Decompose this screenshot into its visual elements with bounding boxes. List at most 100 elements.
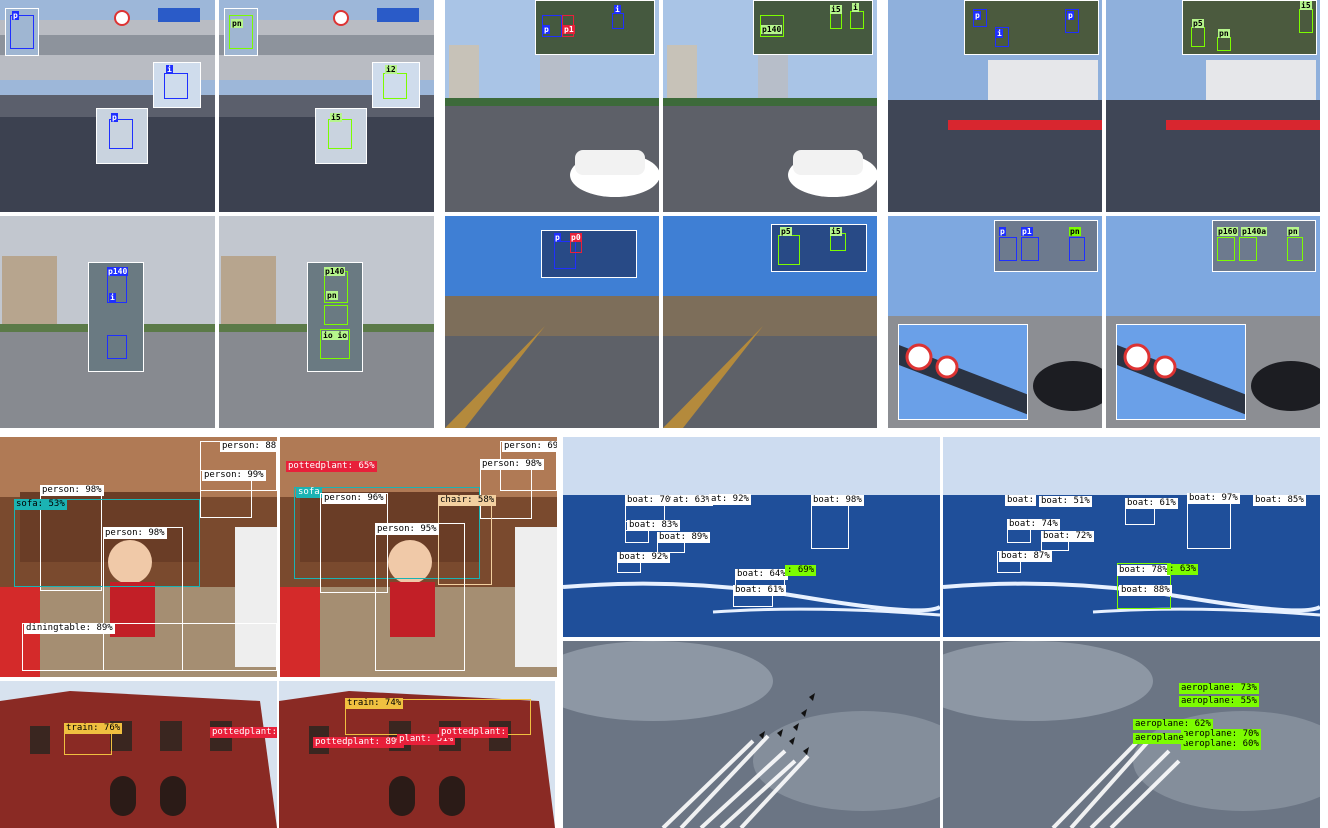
- scene-signpost-left: p p1 pn: [888, 216, 1102, 428]
- detection-label: person: 98%: [103, 528, 167, 539]
- scene-boulevard-right: p5 i5: [663, 216, 877, 428]
- aeroplanes-right: aeroplane: 73% aeroplane: 55% aeroplane:…: [943, 641, 1320, 828]
- scene-plaza-right: p5 pn i5: [1106, 0, 1320, 212]
- sign-tag: p160: [1217, 227, 1239, 236]
- detection-label: person: 99%: [202, 470, 266, 481]
- sign-tag: pn: [231, 19, 243, 28]
- detection-label: boat: 98%: [811, 495, 864, 506]
- boats-right: boat: boat: 51% boat: 61% boat: 97% boat…: [943, 437, 1320, 637]
- detection-label: at: 92%: [709, 494, 751, 505]
- detection-label: boat: 61%: [1125, 498, 1178, 509]
- detection-box: [375, 523, 465, 671]
- detection-box: [107, 335, 127, 359]
- sign-tag: p: [1067, 11, 1074, 20]
- detection-box: [324, 305, 348, 325]
- scene-signpost-right: p160 p140a pn: [1106, 216, 1320, 428]
- sign-tag: p140a: [1241, 227, 1268, 236]
- detection-label: boat: 61%: [733, 585, 786, 596]
- sign-tag: pn: [326, 291, 338, 300]
- sign-inset: p i p: [964, 0, 1099, 55]
- living-room-left: person: 88 person: 99% person: 98% sofa:…: [0, 437, 277, 677]
- detection-box: [1217, 237, 1235, 261]
- detection-label: boat: 88%: [1119, 585, 1172, 596]
- pub-left: train: 76% pottedplant:: [0, 681, 277, 828]
- pub-building-image: [0, 681, 277, 828]
- detection-box: [1021, 237, 1039, 261]
- sign-inset: p140 pn io io: [307, 262, 363, 372]
- sign-tag: p: [111, 113, 118, 122]
- sign-inset: p p1 pn: [994, 220, 1098, 272]
- sign-tag: i: [614, 5, 621, 14]
- detection-label: train: 76%: [64, 723, 123, 734]
- detection-box: [850, 11, 864, 29]
- detection-label: boat: 97%: [1187, 493, 1240, 504]
- detection-box: [1287, 237, 1303, 261]
- detection-box: [1069, 237, 1085, 261]
- detection-box: [612, 13, 624, 29]
- scene-street-car-right: p140 i5 i: [663, 0, 877, 212]
- sign-tag: i5: [1300, 1, 1312, 10]
- detection-label: aeroplane: 73%: [1179, 683, 1259, 694]
- detection-label: boat: 85%: [1253, 495, 1306, 506]
- detection-box: [1239, 237, 1257, 261]
- detection-label: sofa: 53%: [14, 499, 67, 510]
- detection-box: [109, 119, 133, 149]
- detection-label: person: 88: [220, 441, 277, 452]
- scene-roadside-right: p140 pn io io: [219, 216, 434, 428]
- sign-tag: i2: [385, 65, 397, 74]
- detection-box: [10, 15, 34, 49]
- detection-label: pottedplant:: [210, 727, 277, 738]
- signpost-closeup-image: [1117, 343, 1245, 415]
- sign-tag: p: [543, 25, 550, 34]
- sign-inset: p: [96, 108, 148, 164]
- sign-inset: p140 i5 i: [753, 0, 873, 55]
- detection-label: train: 74%: [345, 698, 404, 709]
- sign-tag: p0: [570, 233, 582, 242]
- sign-tag: p140: [324, 267, 346, 276]
- sign-inset: i2: [372, 62, 420, 108]
- sign-inset: p160 p140a pn: [1212, 220, 1316, 272]
- detection-box: [778, 235, 800, 265]
- detection-box: [164, 73, 188, 99]
- sky-aeroplanes-image: [563, 641, 940, 828]
- sign-inset: [898, 324, 1028, 420]
- detection-label: person: 96%: [322, 493, 386, 504]
- detection-label: person: 95%: [375, 524, 439, 535]
- sign-tag: pn: [1069, 227, 1081, 236]
- sign-tag: p5: [1192, 19, 1204, 28]
- sign-tag: p140: [107, 267, 129, 276]
- sign-tag: pn: [1287, 227, 1299, 236]
- sign-inset: i5: [315, 108, 367, 164]
- detection-label: boat:: [1005, 495, 1037, 506]
- detection-box: [1299, 9, 1313, 33]
- detection-label: : 69%: [785, 565, 817, 576]
- sign-tag: i: [852, 3, 859, 12]
- living-room-right: person: 69 person: 98% pottedplant: 65% …: [280, 437, 557, 677]
- sign-tag: p5: [780, 227, 792, 236]
- sign-tag: i5: [830, 5, 842, 14]
- detection-label: boat: 87%: [999, 551, 1052, 562]
- detection-label: aeroplane: [1133, 733, 1186, 744]
- detection-label: chair: 58%: [438, 495, 497, 506]
- detection-label: boat: 74%: [1007, 519, 1060, 530]
- sign-inset: p p1 i: [535, 0, 655, 55]
- detection-box: [570, 241, 582, 253]
- sign-tag: p1: [563, 25, 575, 34]
- detection-label: aeroplane: 55%: [1179, 696, 1259, 707]
- detection-label: boat: 89%: [657, 532, 710, 543]
- detection-label: person: 69: [502, 441, 557, 452]
- detection-label: sofa: [296, 487, 322, 498]
- scene-overpass-left: p i p: [0, 0, 215, 212]
- detection-label: pottedplant: 89%: [313, 737, 404, 748]
- detection-label: boat: 83%: [627, 520, 680, 531]
- scene-overpass-right: pn i2 i5: [219, 0, 434, 212]
- sign-inset: pn: [224, 8, 258, 56]
- sign-tag: io io: [322, 331, 349, 340]
- sign-tag: i5: [830, 227, 842, 236]
- detection-label: person: 98%: [40, 485, 104, 496]
- detection-label: : 63%: [1167, 564, 1199, 575]
- detection-box: [1217, 37, 1231, 51]
- detection-box: [383, 73, 407, 99]
- sign-tag: p: [554, 233, 561, 242]
- sign-inset: p5 i5: [771, 224, 867, 272]
